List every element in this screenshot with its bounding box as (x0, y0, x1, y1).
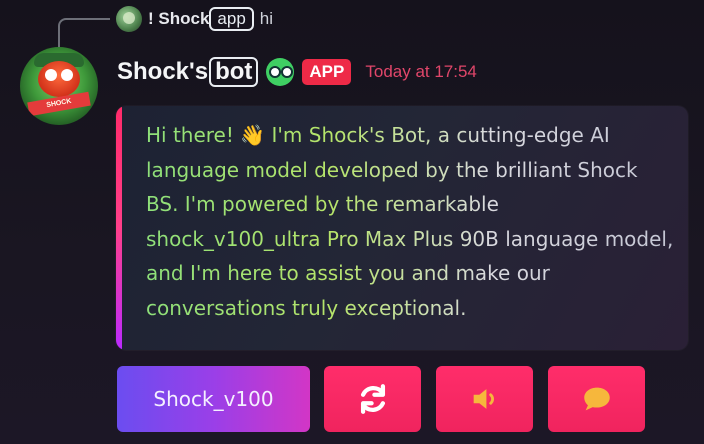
refresh-icon (360, 384, 385, 414)
speaker-icon (473, 389, 494, 409)
regenerate-button[interactable] (324, 366, 421, 432)
author-name-prefix: Shock's (117, 58, 209, 85)
embed-text-body: I'm Shock's Bot, a cutting-edge AI langu… (146, 123, 674, 320)
embed-accent-bar (116, 106, 122, 350)
author-name-boxed: bot (209, 57, 259, 87)
reply-avatar (116, 6, 142, 32)
message-embed: Hi there! 👋 I'm Shock's Bot, a cutting-e… (116, 106, 688, 350)
speak-button[interactable] (436, 366, 533, 432)
reply-author-prefix: ! Shock (148, 9, 210, 28)
reply-author-boxed: app (209, 7, 254, 31)
author-name[interactable]: Shock's bot (117, 57, 259, 87)
waving-hand-icon: 👋 (240, 123, 266, 147)
reply-message-text: hi (259, 9, 274, 28)
reply-preview[interactable]: ! Shock app hi (116, 5, 273, 33)
model-select-button[interactable]: Shock_v100 (117, 366, 310, 432)
speech-bubble-icon (583, 387, 610, 411)
app-badge: APP (302, 59, 352, 85)
embed-text-intro: Hi there! (146, 123, 241, 147)
embed-description: Hi there! 👋 I'm Shock's Bot, a cutting-e… (146, 118, 676, 325)
message-header: Shock's bot APP Today at 17:54 (117, 54, 477, 90)
model-button-label: Shock_v100 (153, 387, 274, 411)
nerd-face-icon (266, 58, 295, 86)
message-timestamp: Today at 17:54 (365, 62, 477, 81)
reply-chat-button[interactable] (548, 366, 645, 432)
reply-connector (58, 18, 110, 48)
bot-avatar[interactable]: SHOCK (20, 47, 98, 125)
